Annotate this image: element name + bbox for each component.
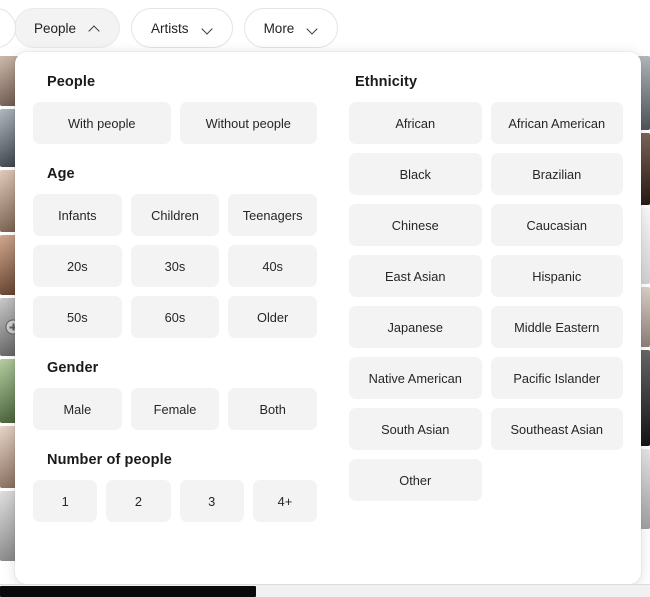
option-age-infants[interactable]: Infants	[33, 194, 122, 236]
chevron-down-icon	[202, 23, 213, 34]
filter-chip-more-label: More	[263, 20, 295, 36]
option-grid-number-of-people: 1 2 3 4+	[33, 480, 317, 522]
option-gender-female[interactable]: Female	[130, 388, 220, 430]
section-title-age: Age	[47, 166, 75, 182]
filter-section-ethnicity: Ethnicity African African American Black Bra…	[349, 74, 623, 501]
panel-column-left: People With people Without people Age Infant…	[15, 74, 335, 584]
option-ethnicity-middle-eastern[interactable]: Middle Eastern	[490, 306, 623, 348]
option-ethnicity-southeast-asian[interactable]: Southeast Asian	[490, 408, 623, 450]
option-people-without-people[interactable]: Without people	[179, 102, 317, 144]
horizontal-scrollbar-track[interactable]	[0, 584, 650, 597]
filter-chip-artists[interactable]: Artists	[131, 8, 233, 48]
option-ethnicity-south-asian[interactable]: South Asian	[349, 408, 482, 450]
option-ethnicity-african-american[interactable]: African American	[490, 102, 623, 144]
option-age-20s[interactable]: 20s	[33, 245, 122, 287]
option-age-60s[interactable]: 60s	[130, 296, 220, 338]
option-number-of-people-1[interactable]: 1	[33, 480, 98, 522]
option-ethnicity-black[interactable]: Black	[349, 153, 482, 195]
filter-chip-people[interactable]: People	[14, 8, 121, 48]
section-title-number-of-people: Number of people	[47, 452, 172, 468]
option-ethnicity-native-american[interactable]: Native American	[349, 357, 482, 399]
chevron-up-icon	[89, 23, 100, 34]
filter-chip-bar: People Artists More	[0, 0, 650, 56]
filter-chip-people-label: People	[34, 20, 77, 36]
option-age-older[interactable]: Older	[228, 296, 317, 338]
option-ethnicity-caucasian[interactable]: Caucasian	[490, 204, 623, 246]
option-grid-gender: Male Female Both	[33, 388, 317, 430]
scrollbar-corner	[636, 586, 650, 597]
option-ethnicity-chinese[interactable]: Chinese	[349, 204, 482, 246]
option-number-of-people-4[interactable]: 4+	[252, 480, 317, 522]
filter-section-age: Age Infants Children Teenagers 20s 30s 40s 50s 6…	[33, 166, 317, 338]
section-title-ethnicity: Ethnicity	[355, 74, 418, 90]
horizontal-scrollbar-thumb[interactable]	[0, 586, 256, 597]
option-people-with-people[interactable]: With people	[33, 102, 171, 144]
option-ethnicity-brazilian[interactable]: Brazilian	[490, 153, 623, 195]
option-ethnicity-east-asian[interactable]: East Asian	[349, 255, 482, 297]
option-age-40s[interactable]: 40s	[228, 245, 317, 287]
option-ethnicity-hispanic[interactable]: Hispanic	[490, 255, 623, 297]
option-grid-age: Infants Children Teenagers 20s 30s 40s 50s 60s O…	[33, 194, 317, 338]
section-title-gender: Gender	[47, 360, 99, 376]
option-age-30s[interactable]: 30s	[130, 245, 220, 287]
option-age-teenagers[interactable]: Teenagers	[228, 194, 317, 236]
option-grid-ethnicity: African African American Black Brazilian Chi…	[349, 102, 623, 501]
people-filter-panel: People With people Without people Age Infant…	[15, 52, 641, 584]
filter-section-gender: Gender Male Female Both	[33, 360, 317, 430]
option-age-50s[interactable]: 50s	[33, 296, 122, 338]
option-ethnicity-japanese[interactable]: Japanese	[349, 306, 482, 348]
filter-section-people: People With people Without people	[33, 74, 317, 144]
filter-chip-more[interactable]: More	[243, 8, 339, 48]
option-gender-both[interactable]: Both	[228, 388, 317, 430]
panel-column-right: Ethnicity African African American Black Bra…	[335, 74, 641, 584]
option-number-of-people-2[interactable]: 2	[106, 480, 171, 522]
option-gender-male[interactable]: Male	[33, 388, 122, 430]
option-ethnicity-pacific-islander[interactable]: Pacific Islander	[490, 357, 623, 399]
filter-chip-partial-offscreen[interactable]	[0, 8, 16, 48]
option-age-children[interactable]: Children	[130, 194, 220, 236]
option-ethnicity-african[interactable]: African	[349, 102, 482, 144]
option-ethnicity-other[interactable]: Other	[349, 459, 482, 501]
section-title-people: People	[47, 74, 96, 90]
option-number-of-people-3[interactable]: 3	[179, 480, 244, 522]
option-grid-people: With people Without people	[33, 102, 317, 144]
filter-section-number-of-people: Number of people 1 2 3 4+	[33, 452, 317, 522]
filter-chip-artists-label: Artists	[151, 20, 189, 36]
chevron-down-icon	[307, 23, 318, 34]
